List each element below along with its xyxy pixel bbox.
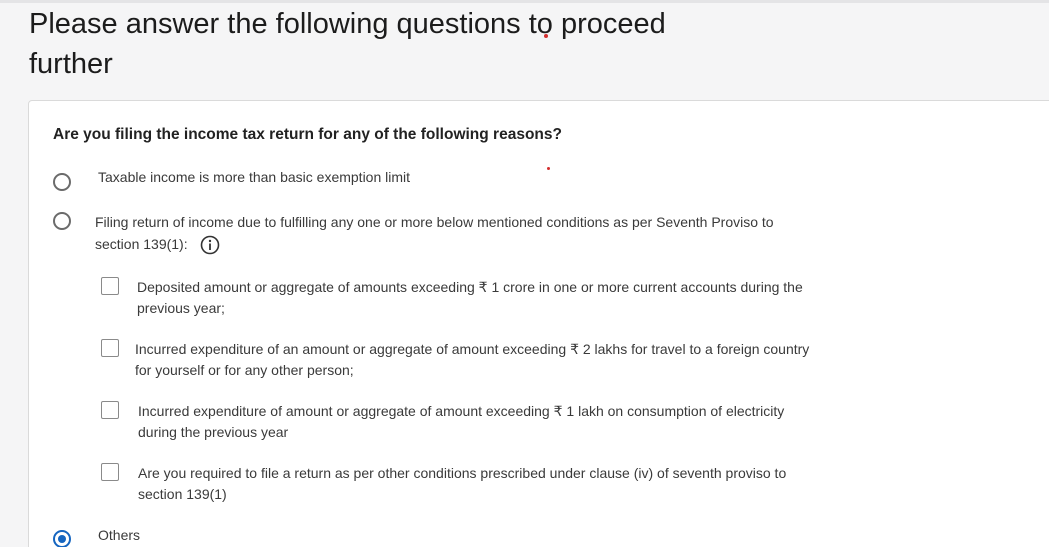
page-title: Please answer the following questions to…	[29, 8, 666, 80]
checkbox-foreign-travel[interactable]	[101, 339, 119, 357]
question-text: Are you filing the income tax return for…	[53, 126, 562, 143]
red-dot-marker	[544, 34, 548, 38]
option-taxable-income-label: Taxable income is more than basic exempt…	[98, 169, 411, 185]
condition-other-line2: section 139(1)	[138, 486, 227, 502]
checkbox-current-account-deposit[interactable]	[101, 277, 119, 295]
radio-others[interactable]	[53, 530, 71, 547]
checkbox-other-conditions[interactable]	[101, 463, 119, 481]
radio-taxable-income[interactable]	[53, 173, 71, 191]
top-divider	[0, 0, 1049, 3]
question-card: Are you filing the income tax return for…	[28, 100, 1049, 547]
condition-foreign-travel-line1: Incurred expenditure of an amount or agg…	[135, 341, 810, 357]
checkbox-electricity[interactable]	[101, 401, 119, 419]
option-others-label: Others	[98, 527, 141, 543]
option-seventh-proviso-label-line1: Filing return of income due to fulfillin…	[95, 214, 774, 230]
condition-foreign-travel-line2: for yourself or for any other person;	[135, 362, 354, 378]
red-dot-marker	[547, 167, 550, 170]
condition-electricity-line1: Incurred expenditure of amount or aggreg…	[138, 403, 785, 419]
info-icon[interactable]	[200, 235, 220, 255]
option-seventh-proviso-label-line2: section 139(1):	[95, 236, 188, 252]
page: Please answer the following questions to…	[0, 0, 1049, 547]
condition-other-line1: Are you required to file a return as per…	[138, 465, 787, 481]
condition-current-account-line1: Deposited amount or aggregate of amounts…	[137, 279, 803, 295]
condition-electricity-line2: during the previous year	[138, 424, 289, 440]
condition-current-account-line2: previous year;	[137, 300, 225, 316]
radio-seventh-proviso[interactable]	[53, 212, 71, 230]
